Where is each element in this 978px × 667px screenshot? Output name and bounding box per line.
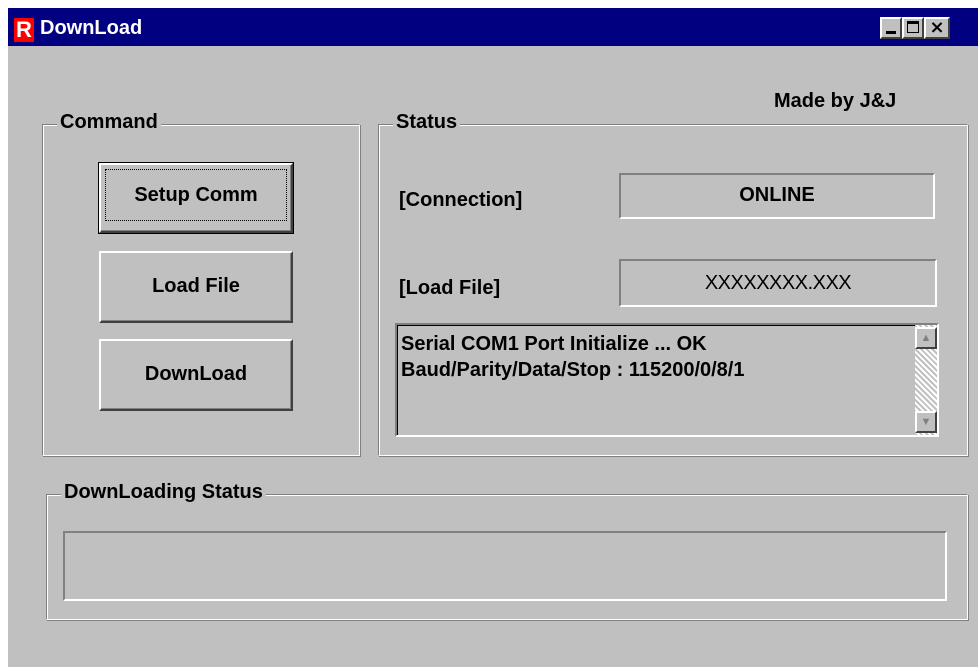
credit-label: Made by J&J: [774, 90, 897, 112]
log-line: Serial COM1 Port Initialize ... OK: [401, 333, 707, 355]
title-bar[interactable]: R DownLoad ×: [8, 8, 978, 46]
scroll-up-icon: ▲: [920, 332, 932, 344]
download-window: R DownLoad × Made by J&J Command Setup C…: [8, 8, 978, 667]
status-group: Status [Connection] ONLINE [Load File] X…: [378, 111, 968, 456]
close-button[interactable]: ×: [924, 17, 950, 39]
download-button[interactable]: DownLoad: [99, 339, 293, 411]
log-scrollbar[interactable]: ▲ ▼: [915, 325, 937, 435]
connection-status-field: ONLINE: [619, 173, 935, 219]
load-file-label: [Load File]: [399, 277, 501, 299]
connection-label: [Connection]: [399, 189, 523, 211]
log-textbox[interactable]: Serial COM1 Port Initialize ... OK Baud/…: [395, 323, 939, 437]
app-logo-icon: R: [14, 18, 34, 42]
setup-comm-button[interactable]: Setup Comm: [98, 162, 294, 234]
load-file-button[interactable]: Load File: [99, 251, 293, 323]
download-button-label: DownLoad: [144, 363, 248, 385]
minimize-icon: [886, 31, 896, 34]
window-title: DownLoad: [40, 17, 143, 39]
connection-status-value: ONLINE: [739, 184, 815, 206]
download-progress-bar: [63, 531, 947, 601]
minimize-button[interactable]: [880, 17, 902, 39]
scroll-down-icon: ▼: [920, 416, 932, 428]
maximize-icon: [907, 21, 919, 33]
downloading-status-group: DownLoading Status: [46, 481, 968, 620]
load-file-value: XXXXXXXX.XXX: [704, 272, 852, 294]
close-icon: ×: [929, 17, 945, 38]
downloading-status-label: DownLoading Status: [61, 481, 266, 504]
load-file-field: XXXXXXXX.XXX: [619, 259, 937, 307]
maximize-button[interactable]: [902, 17, 924, 39]
command-group-label: Command: [57, 111, 161, 134]
setup-comm-label: Setup Comm: [105, 169, 287, 221]
scroll-up-button[interactable]: ▲: [915, 327, 937, 349]
scroll-down-button[interactable]: ▼: [915, 411, 937, 433]
log-line: Baud/Parity/Data/Stop : 115200/0/8/1: [401, 359, 745, 381]
load-file-button-label: Load File: [152, 275, 240, 297]
command-group: Command Setup Comm Load File DownLoad: [42, 111, 360, 456]
status-group-label: Status: [393, 111, 461, 134]
